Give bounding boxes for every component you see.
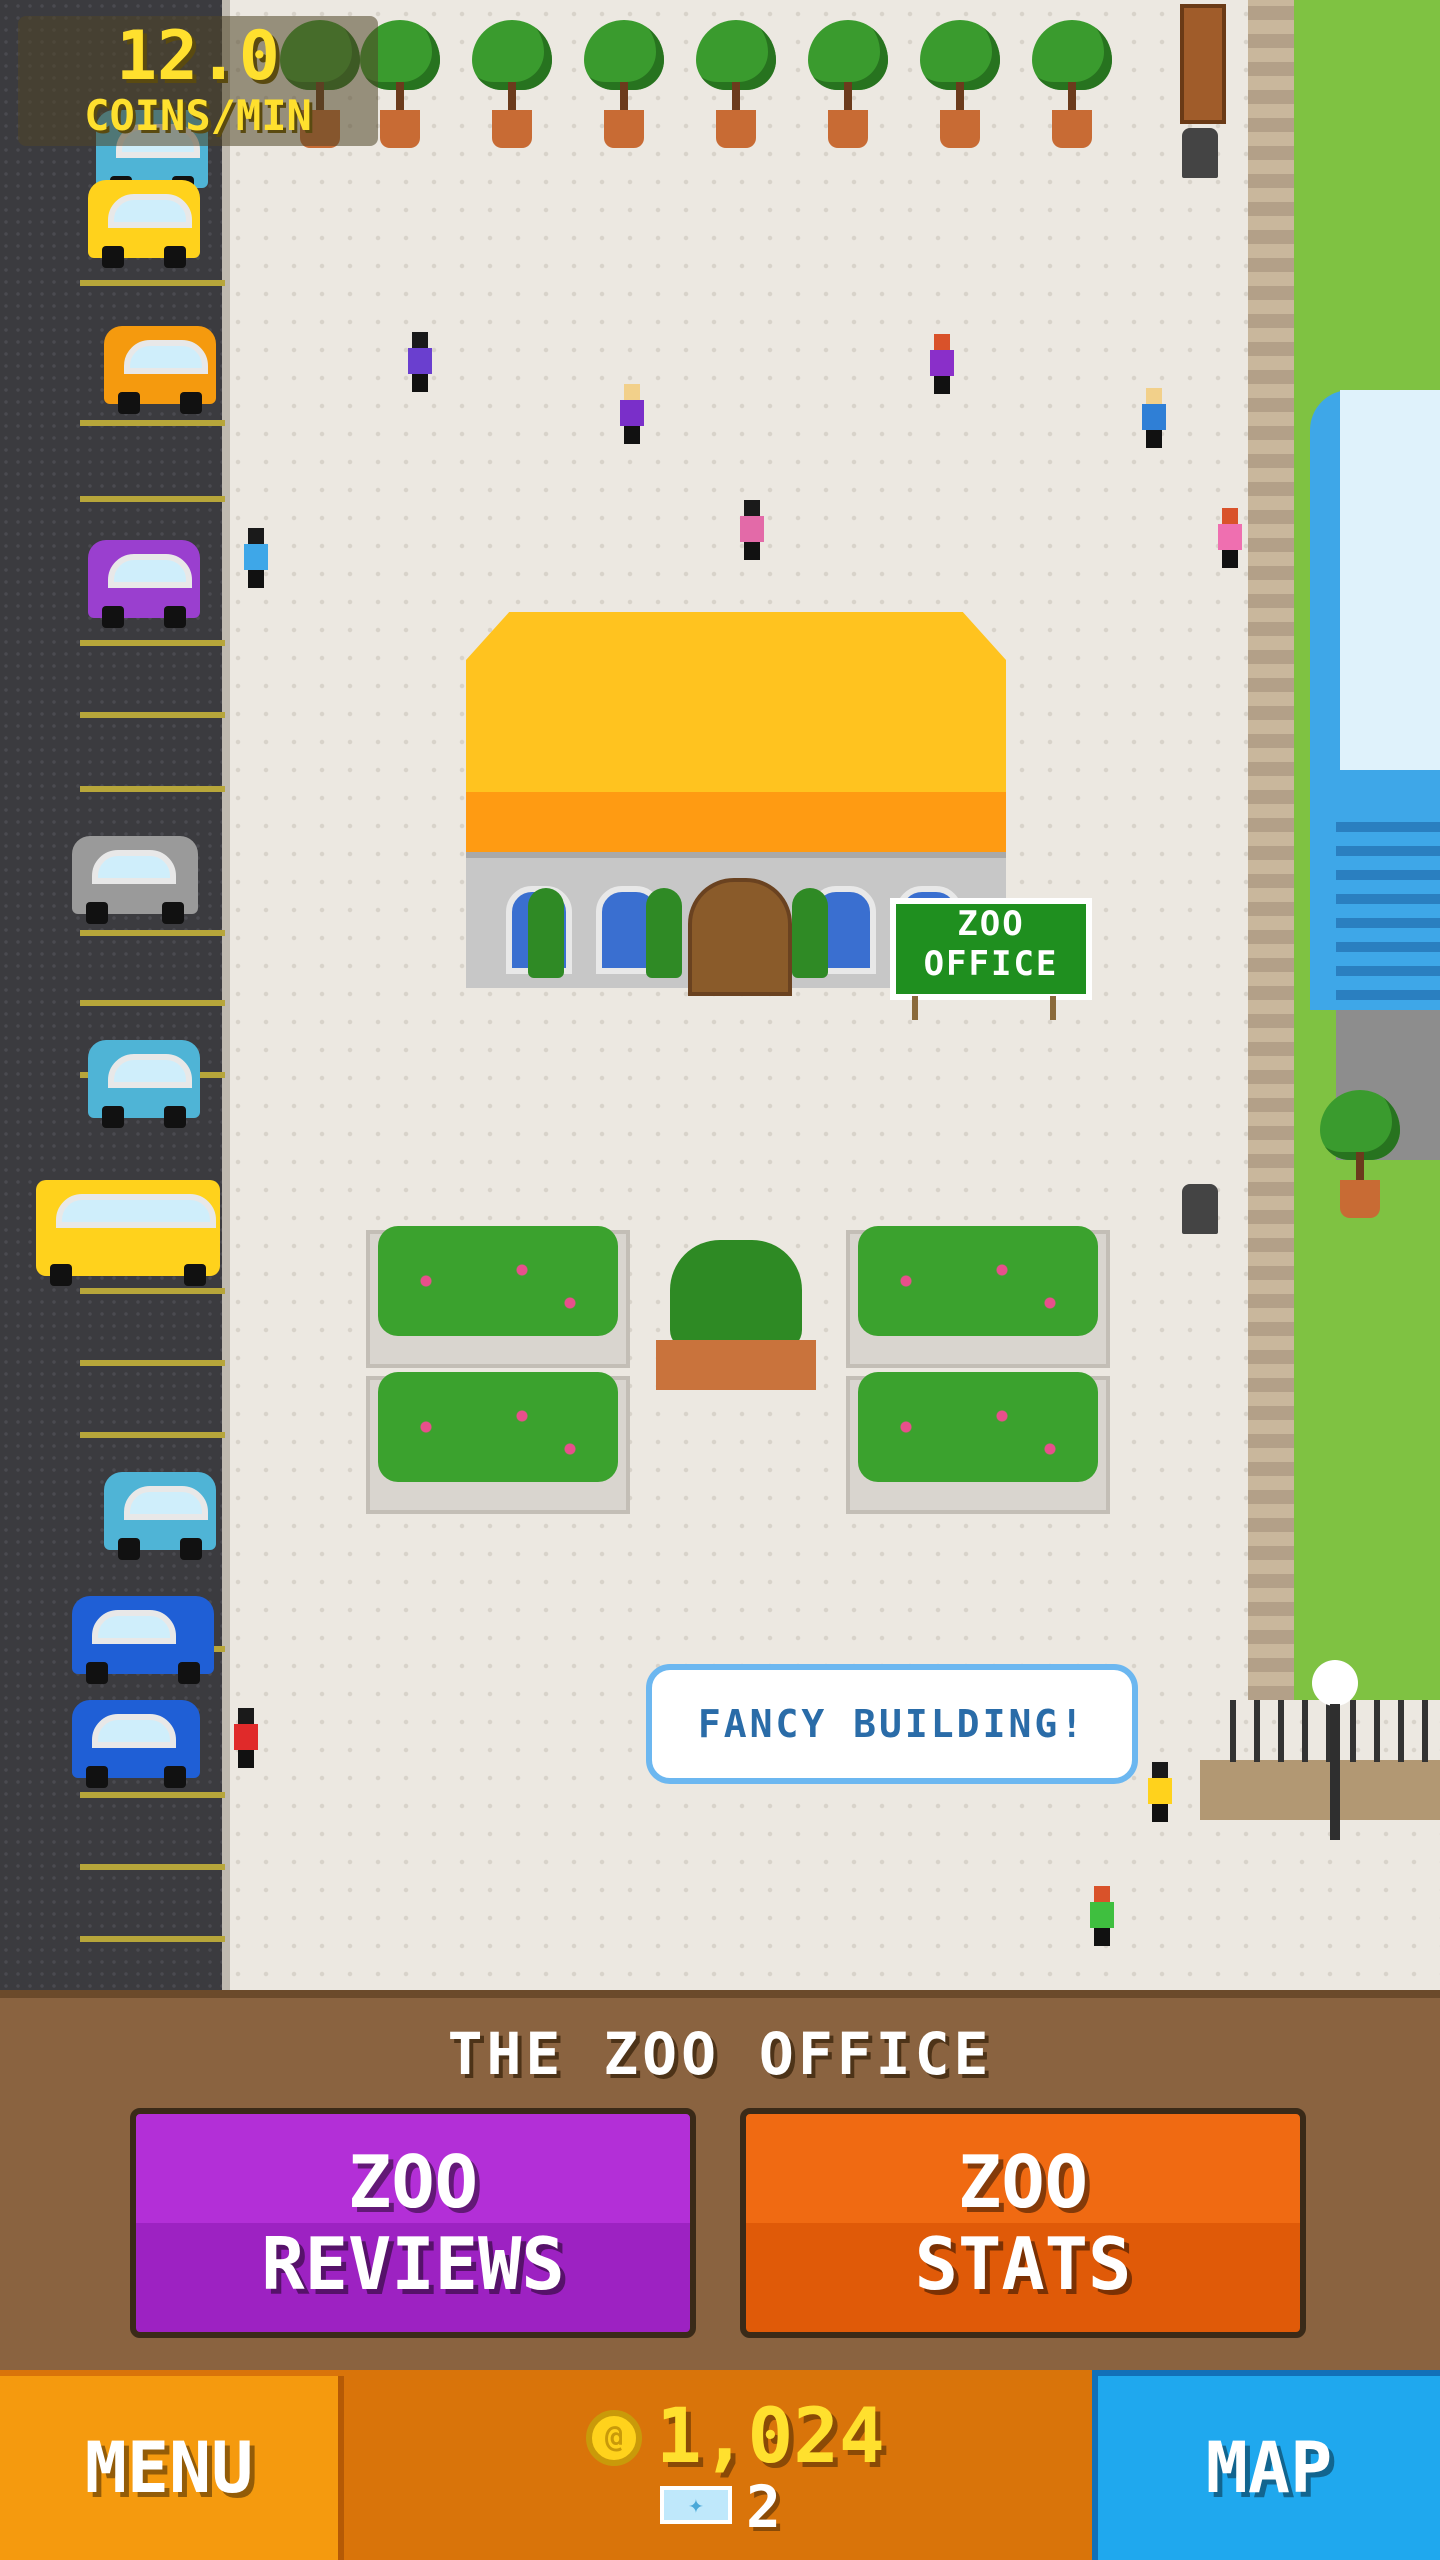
coin-balance: 1,024 <box>656 2391 885 2480</box>
parking-stripe <box>80 496 225 502</box>
zoo-visitor <box>244 528 268 588</box>
sign-post <box>912 996 918 1020</box>
street-lamp <box>1312 1660 1358 1840</box>
zoo-visitor <box>408 332 432 392</box>
trash-can <box>1182 1184 1218 1234</box>
flower-planter <box>366 1226 630 1368</box>
topiary-shrub <box>792 888 828 978</box>
parking-road <box>0 0 225 1990</box>
zoo-visitor <box>1218 508 1242 568</box>
zoo-visitor <box>1090 1886 1114 1946</box>
zoo-visitor <box>740 500 764 560</box>
parking-stripe <box>80 712 225 718</box>
income-rate-value: 12.0 <box>116 17 280 96</box>
stone-wall <box>1248 0 1294 1700</box>
office-door <box>688 878 792 996</box>
car-yellow <box>88 180 200 268</box>
car-blue <box>72 1596 214 1684</box>
center-planter <box>656 1240 816 1390</box>
potted-tree <box>1032 20 1112 150</box>
trash-can <box>1182 128 1218 178</box>
menu-button[interactable]: MENU <box>0 2376 344 2560</box>
parking-stripe <box>80 280 225 286</box>
parking-stripe <box>80 1792 225 1798</box>
parking-stripe <box>80 1936 225 1942</box>
zoo-visitor <box>234 1708 258 1768</box>
topiary-shrub <box>646 888 682 978</box>
car-teal <box>88 1040 200 1128</box>
parking-stripe <box>80 786 225 792</box>
building-info-panel: THE ZOO OFFICE ZOO REVIEWS ZOO STATS <box>0 1990 1440 2370</box>
topiary-shrub <box>528 888 564 978</box>
parking-stripe <box>80 1432 225 1438</box>
sign-post <box>1050 996 1056 1020</box>
school-bus <box>36 1180 220 1286</box>
income-rate-unit: COINS/MIN <box>84 91 312 140</box>
potted-tree <box>696 20 776 150</box>
zoo-office-sign: ZOO OFFICE <box>890 898 1092 1000</box>
flower-planter <box>846 1226 1110 1368</box>
pickup-truck-grey <box>72 836 198 924</box>
car-purple <box>88 540 200 628</box>
zoo-visitor <box>620 384 644 444</box>
flower-planter <box>366 1372 630 1514</box>
potted-tree <box>1320 1090 1400 1220</box>
zoo-visitor <box>1142 388 1166 448</box>
zoo-reviews-button[interactable]: ZOO REVIEWS <box>130 2108 696 2338</box>
map-button[interactable]: MAP <box>1092 2370 1440 2560</box>
parking-stripe <box>80 930 225 936</box>
parking-stripe <box>80 1000 225 1006</box>
parking-stripe <box>80 1360 225 1366</box>
potted-tree <box>808 20 888 150</box>
potted-tree <box>472 20 552 150</box>
car-teal <box>104 1472 216 1560</box>
visitor-speech-bubble: FANCY BUILDING! <box>646 1664 1138 1784</box>
parking-stripe <box>80 420 225 426</box>
parking-stripe <box>80 1864 225 1870</box>
ticket-balance: 2 <box>746 2473 781 2541</box>
potted-tree <box>920 20 1000 150</box>
zoo-stats-button[interactable]: ZOO STATS <box>740 2108 1306 2338</box>
neighbor-building-glass <box>1340 390 1440 770</box>
zoo-visitor <box>1148 1762 1172 1822</box>
ticket-icon: ✦ <box>660 2486 732 2524</box>
coin-icon: @ <box>586 2410 642 2466</box>
zoo-visitor <box>930 334 954 394</box>
parking-stripe <box>80 640 225 646</box>
parking-stripe <box>80 1288 225 1294</box>
neighbor-building-siding <box>1336 820 1440 1000</box>
panel-title: THE ZOO OFFICE <box>447 2020 993 2088</box>
curb <box>222 0 230 1990</box>
bench <box>1180 4 1226 124</box>
car-blue <box>72 1700 200 1788</box>
office-roof-edge <box>466 792 1006 852</box>
car-orange <box>104 326 216 414</box>
flower-planter <box>846 1372 1110 1514</box>
zoo-scene[interactable]: ZOO OFFICE FANCY BUILDING! 12.0 COINS/MI… <box>0 0 1440 1990</box>
potted-tree <box>584 20 664 150</box>
